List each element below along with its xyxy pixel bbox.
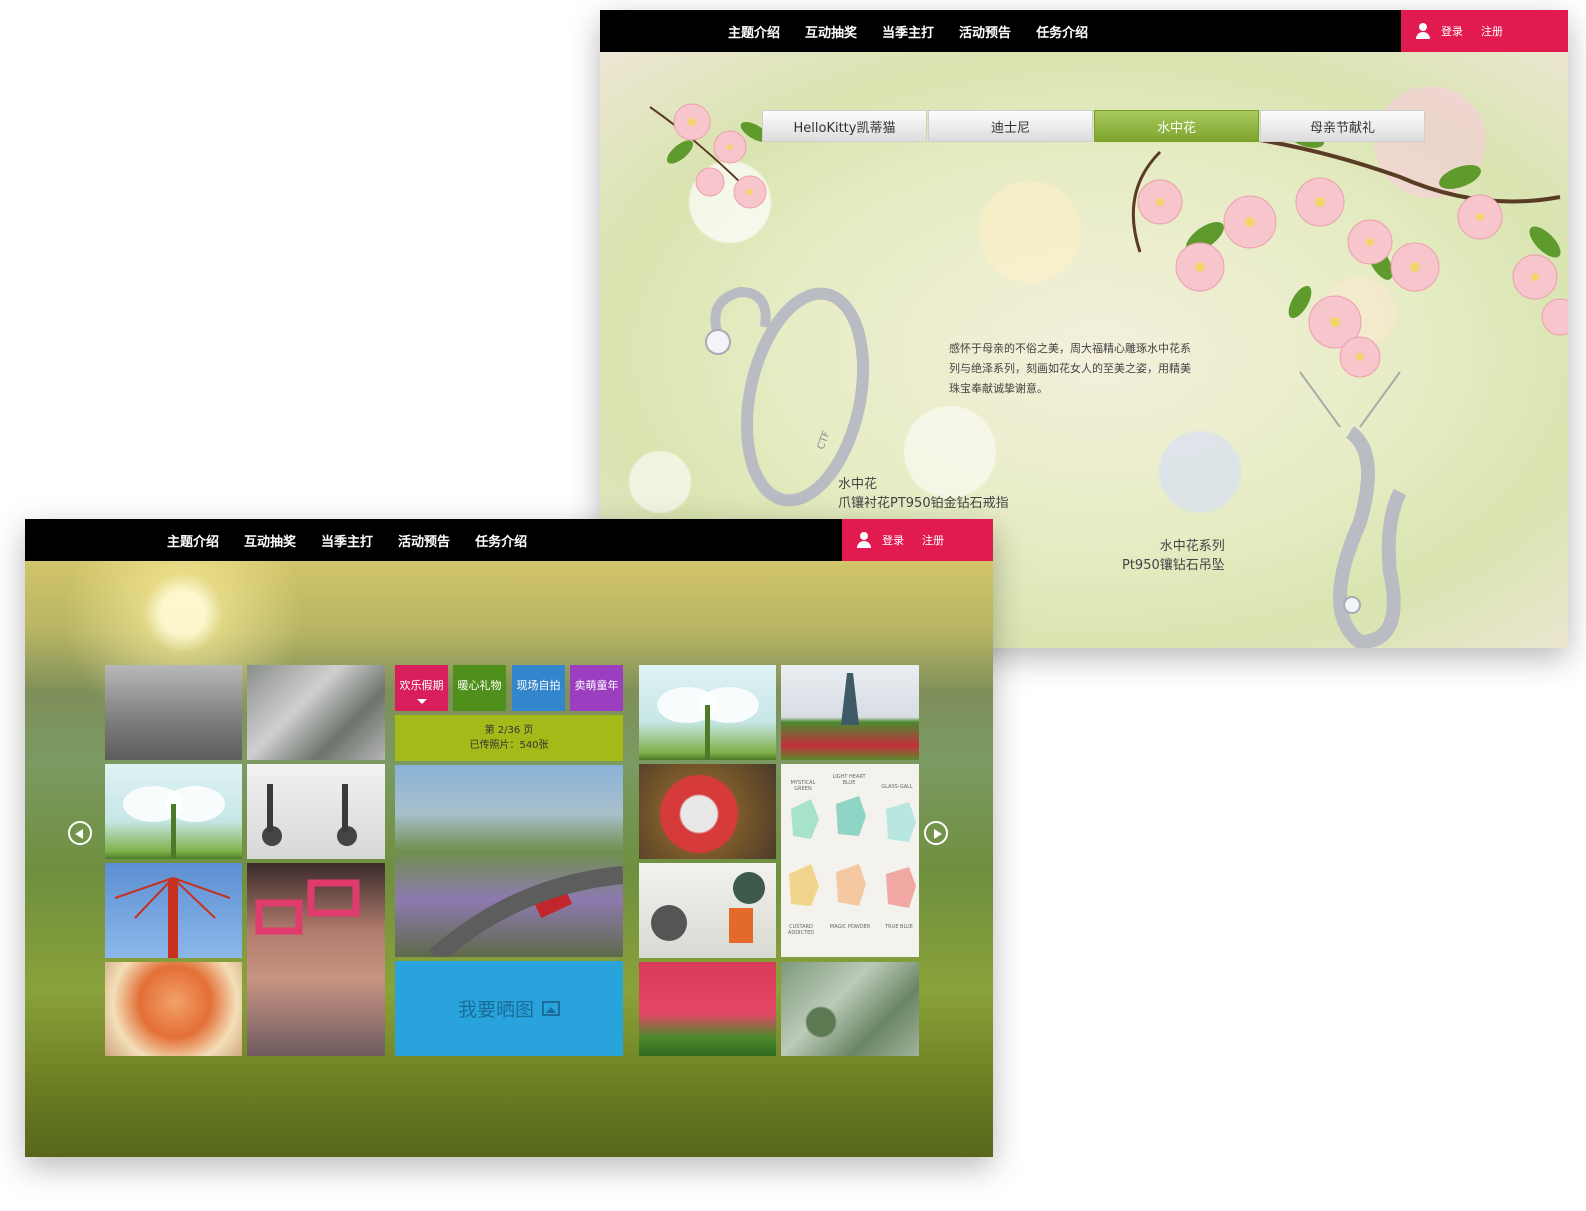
upload-label: 我要晒图 bbox=[457, 999, 534, 1021]
nav-item-featured[interactable]: 当季主打 bbox=[321, 531, 373, 550]
tab-water-flower[interactable]: 水中花 bbox=[1094, 110, 1259, 142]
register-link[interactable]: 注册 bbox=[1481, 23, 1503, 39]
tab-hellokitty[interactable]: HelloKitty凯蒂猫 bbox=[762, 110, 927, 142]
collection-description: 感怀于母亲的不俗之美，周大福精心雕琢水中花系列与绝泽系列，刻画如花女人的至美之姿… bbox=[949, 342, 1191, 395]
nav-item-events[interactable]: 活动预告 bbox=[398, 531, 450, 550]
user-icon bbox=[1415, 23, 1431, 39]
top-nav-bar: 主题介绍 互动抽奖 当季主打 活动预告 任务介绍 登录 注册 bbox=[25, 519, 993, 561]
upload-photo-button[interactable]: 我要晒图 bbox=[395, 961, 623, 1056]
nav-item-tasks[interactable]: 任务介绍 bbox=[475, 531, 527, 550]
nav-item-lottery[interactable]: 互动抽奖 bbox=[244, 531, 296, 550]
photo-tile[interactable] bbox=[105, 863, 242, 958]
uploaded-count: 已传照片：540张 bbox=[469, 740, 549, 751]
ring-name: 爪镶衬花PT950铂金钻石戒指 bbox=[838, 496, 1009, 511]
nav-item-theme[interactable]: 主题介绍 bbox=[167, 531, 219, 550]
photo-tile[interactable] bbox=[639, 863, 776, 958]
nav-item-featured[interactable]: 当季主打 bbox=[882, 22, 934, 41]
photo-tile[interactable] bbox=[247, 764, 385, 859]
next-page-arrow-icon[interactable] bbox=[924, 821, 948, 845]
category-tab-gift[interactable]: 暖心礼物 bbox=[453, 665, 506, 711]
ring-engraving: CTF bbox=[816, 429, 833, 451]
caret-down-icon bbox=[417, 699, 427, 704]
tab-mothers-day[interactable]: 母亲节献礼 bbox=[1260, 110, 1425, 142]
category-tab-childhood[interactable]: 卖萌童年 bbox=[570, 665, 623, 711]
photo-tile[interactable] bbox=[105, 962, 242, 1056]
pendant-title: 水中花系列 bbox=[1159, 539, 1225, 554]
nav-item-tasks[interactable]: 任务介绍 bbox=[1036, 22, 1088, 41]
tab-disney[interactable]: 迪士尼 bbox=[928, 110, 1093, 142]
pendant-caption: 水中花系列 Pt950镶钻石吊坠 bbox=[1122, 537, 1225, 575]
photo-tile[interactable] bbox=[781, 665, 919, 760]
photo-tile[interactable] bbox=[395, 765, 623, 957]
image-icon bbox=[542, 1001, 560, 1016]
photo-tile[interactable] bbox=[105, 764, 242, 859]
photo-tile[interactable] bbox=[639, 665, 776, 760]
photo-tile[interactable] bbox=[781, 962, 919, 1056]
swatch-label: MYSTICAL GREEN bbox=[790, 780, 816, 792]
photo-tile[interactable] bbox=[639, 962, 776, 1056]
photo-tile[interactable] bbox=[247, 863, 385, 1056]
nav-item-lottery[interactable]: 互动抽奖 bbox=[805, 22, 857, 41]
auth-box: 登录 注册 bbox=[842, 519, 993, 561]
swatch-label: TRUE BLUE bbox=[885, 924, 913, 930]
user-icon bbox=[856, 532, 872, 548]
page-indicator: 第 2/36 页 bbox=[484, 725, 534, 736]
prev-page-arrow-icon[interactable] bbox=[68, 821, 92, 845]
main-nav: 主题介绍 互动抽奖 当季主打 活动预告 任务介绍 bbox=[167, 519, 552, 561]
nav-item-theme[interactable]: 主题介绍 bbox=[728, 22, 780, 41]
swatch-label: CUSTARD ADDICTED bbox=[787, 924, 815, 936]
photo-wall-screenshot: 主题介绍 互动抽奖 当季主打 活动预告 任务介绍 登录 注册 欢乐假期 暖心礼物… bbox=[25, 519, 993, 1157]
ring-title: 水中花 bbox=[838, 477, 878, 492]
swatch-label: MAGIC POWDER bbox=[829, 924, 871, 930]
category-tab-selfie[interactable]: 现场自拍 bbox=[512, 665, 565, 711]
photo-tile[interactable] bbox=[105, 665, 242, 760]
collection-tabs: HelloKitty凯蒂猫 迪士尼 水中花 母亲节献礼 bbox=[762, 110, 1426, 142]
category-label: 欢乐假期 bbox=[399, 679, 444, 692]
register-link[interactable]: 注册 bbox=[922, 532, 944, 548]
photo-tile[interactable] bbox=[639, 764, 776, 859]
pendant-image bbox=[1299, 371, 1407, 648]
top-nav-bar: 主题介绍 互动抽奖 当季主打 活动预告 任务介绍 登录 注册 bbox=[600, 10, 1568, 52]
auth-box: 登录 注册 bbox=[1401, 10, 1568, 52]
ring-caption: 水中花 爪镶衬花PT950铂金钻石戒指 bbox=[838, 475, 1009, 513]
login-link[interactable]: 登录 bbox=[1441, 23, 1463, 39]
swatch-label: GLASS-GALL bbox=[881, 784, 913, 790]
category-tab-holiday[interactable]: 欢乐假期 bbox=[395, 665, 448, 711]
photo-tile[interactable]: MYSTICAL GREEN LIGHT HEART BLUE GLASS-GA… bbox=[781, 764, 919, 957]
pendant-name: Pt950镶钻石吊坠 bbox=[1122, 558, 1225, 573]
swatch-label: LIGHT HEART BLUE bbox=[832, 774, 866, 786]
page-info-panel: 第 2/36 页 已传照片：540张 bbox=[395, 715, 623, 761]
nav-item-events[interactable]: 活动预告 bbox=[959, 22, 1011, 41]
svg-text:CTF: CTF bbox=[816, 429, 833, 451]
main-nav: 主题介绍 互动抽奖 当季主打 活动预告 任务介绍 bbox=[728, 10, 1113, 52]
login-link[interactable]: 登录 bbox=[882, 532, 904, 548]
photo-tile[interactable] bbox=[247, 665, 385, 760]
